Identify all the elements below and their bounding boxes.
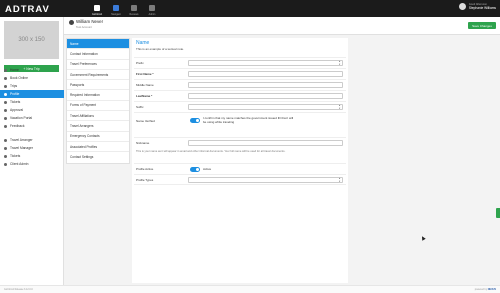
powered-by: powered by NEXUS [474, 287, 496, 291]
palm-icon [4, 116, 7, 120]
nexus-logo: NEXUS [487, 287, 496, 291]
nickname-input[interactable] [188, 140, 343, 146]
sidebar: 300 x 150 + New Trip Home Book Online Tr… [0, 17, 64, 285]
nickname-label: Nickname [136, 141, 150, 145]
last-name-label: LastName * [136, 94, 153, 98]
profile-account: Test Account [76, 25, 92, 29]
tab-travel-affiliations[interactable]: Travel Affiliations [67, 111, 129, 122]
home-icon [4, 68, 7, 72]
tab-contact-information[interactable]: Contact Information [67, 49, 129, 60]
footer: GoCircuit Release 3.12.0.0 powered by NE… [0, 285, 500, 293]
suffix-select[interactable] [188, 104, 343, 110]
sidebar-item-client-admin[interactable]: Client Admin [0, 160, 64, 168]
profile-types-label: Profile Types [136, 177, 154, 182]
name-verified-label: Name Verified [136, 118, 155, 123]
sidebar-item-trips[interactable]: Trips [0, 82, 64, 90]
name-form-panel: Name This is an example of a textual not… [132, 38, 348, 283]
adtrav-logo[interactable]: ADTRAV [5, 4, 50, 15]
placeholder-image: 300 x 150 [4, 21, 59, 59]
gear-icon [4, 162, 7, 166]
profile-active-text: Active [203, 166, 212, 171]
navigant-icon [113, 5, 119, 11]
user-icon [4, 92, 7, 96]
middle-name-row: Middle Name [134, 79, 346, 90]
tab-travel-preferences[interactable]: Travel Preferences [67, 60, 129, 70]
ticket-icon [4, 154, 7, 158]
middle-name-input[interactable] [188, 82, 343, 88]
profile-active-label: Profile Active [136, 167, 154, 171]
name-verified-row: Name Verified I confirm that my name mat… [134, 112, 346, 128]
sidebar-item-travel-arranger[interactable]: Travel Arranger [0, 136, 64, 144]
nickname-row: Nickname [134, 137, 346, 148]
panel-title: Name [136, 40, 150, 46]
tab-forms-of-payment[interactable]: Forms of Payment [67, 101, 129, 112]
people-icon [4, 138, 7, 142]
people-icon [4, 146, 7, 150]
tab-name[interactable]: Name [67, 39, 129, 50]
ticket-icon [4, 100, 7, 104]
profile-active-row: Profile Active Active [134, 163, 346, 174]
topnav-gocircuit[interactable]: GoCircuit [88, 0, 106, 17]
sidebar-item-tickets[interactable]: Tickets [0, 98, 64, 106]
avatar [458, 3, 466, 10]
profile-types-row: Profile Types [134, 174, 346, 185]
suitcase-icon [4, 84, 7, 88]
gocircuit-icon [94, 5, 100, 11]
first-name-label: First Name * [136, 72, 154, 76]
first-name-input[interactable] [188, 71, 343, 77]
admin-icon [149, 5, 155, 11]
tab-travel-arrangers[interactable]: Travel Arrangers [67, 121, 129, 132]
prefix-row: Prefix [134, 57, 346, 68]
tab-passports[interactable]: Passports [67, 80, 129, 91]
profile-section-nav: Name Contact Information Travel Preferen… [66, 38, 130, 164]
save-changes-button[interactable]: Save Changes [468, 22, 496, 29]
panel-note: This is an example of a textual note. [136, 47, 185, 51]
suffix-label: Suffix [136, 105, 144, 109]
top-bar: ADTRAV GoCircuit Navigant Reviews Admin … [0, 0, 500, 17]
tab-emergency-contacts[interactable]: Emergency Contacts [67, 132, 129, 142]
sidebar-item-book-online[interactable]: Book Online [0, 74, 64, 82]
sidebar-item-profile[interactable]: Profile [0, 90, 64, 98]
sidebar-item-tickets-2[interactable]: Tickets [0, 152, 64, 160]
sidebar-item-approval[interactable]: Approval [0, 106, 64, 114]
tab-contact-settings[interactable]: Contact Settings [67, 152, 129, 162]
last-name-row: LastName * [134, 90, 346, 101]
name-verified-toggle[interactable] [190, 118, 200, 123]
feedback-side-tab[interactable] [496, 208, 500, 218]
sidebar-item-home[interactable]: Home [0, 66, 64, 74]
last-name-input[interactable] [188, 93, 343, 99]
tab-government-requirements[interactable]: Government Requirements [67, 70, 129, 81]
reviews-icon [131, 5, 137, 11]
topnav-navigant[interactable]: Navigant [107, 0, 125, 17]
suffix-row: Suffix [134, 101, 346, 112]
user-icon [69, 20, 74, 25]
first-name-row: First Name * [134, 68, 346, 79]
middle-name-label: Middle Name [136, 83, 154, 87]
profile-active-toggle[interactable] [190, 167, 200, 172]
tab-required-information[interactable]: Required Information [67, 90, 129, 101]
name-verified-text: I confirm that my name matches the gover… [203, 116, 294, 124]
sidebar-item-feedback[interactable]: Feedback [0, 122, 64, 130]
prefix-label: Prefix [136, 61, 144, 65]
check-icon [4, 108, 7, 112]
sidebar-item-travel-manager[interactable]: Travel Manager [0, 144, 64, 152]
profile-header: William Never Test Account Save Changes [64, 17, 500, 35]
comment-icon [4, 124, 7, 128]
topnav-admin[interactable]: Admin [143, 0, 161, 17]
nickname-note: This is your name as it will appear in e… [136, 150, 286, 153]
profile-name: William Never [76, 19, 104, 24]
topnav-reviews[interactable]: Reviews [125, 0, 143, 17]
tab-associated-profiles[interactable]: Associated Profiles [67, 142, 129, 153]
user-menu[interactable]: Good Afternoon Stephanie Williams [458, 3, 496, 10]
prefix-select[interactable] [188, 60, 343, 66]
mouse-cursor-icon [420, 235, 426, 241]
user-name: Stephanie Williams [468, 6, 496, 10]
globe-icon [4, 76, 7, 80]
sidebar-item-vacation-portal[interactable]: Vacation Portal [0, 114, 64, 122]
release-version: GoCircuit Release 3.12.0.0 [4, 288, 33, 291]
profile-types-select[interactable] [188, 176, 343, 183]
